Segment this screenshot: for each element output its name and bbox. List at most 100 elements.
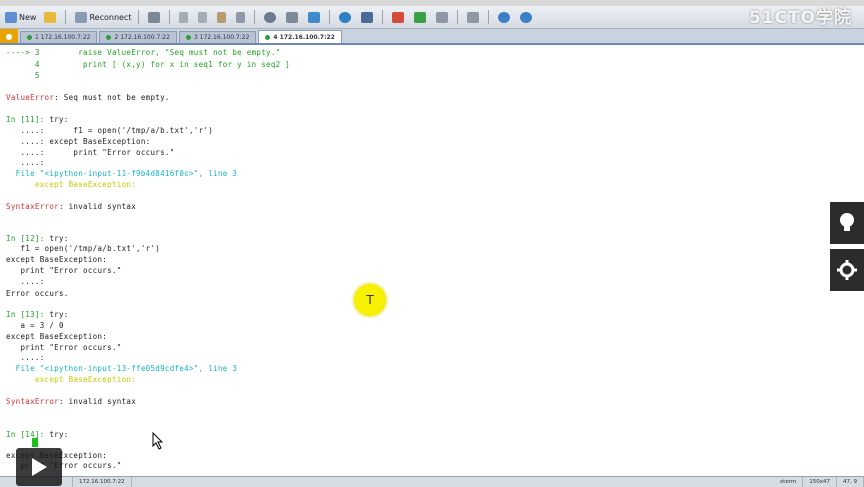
input-prompt-line: In [12]: try: (6, 234, 69, 243)
tab-label: 1 172.16.100.7:22 (35, 34, 91, 41)
reconnect-button[interactable]: Reconnect (72, 9, 134, 25)
network-button[interactable] (336, 9, 356, 25)
toolbar-divider (382, 10, 384, 24)
new-label: New (19, 12, 37, 22)
new-button[interactable]: New (2, 9, 39, 25)
toolbar-divider (488, 10, 490, 24)
play-icon (32, 458, 47, 476)
error-type: ValueError (6, 93, 55, 102)
output-line: Error occurs. (6, 289, 69, 298)
tab-label: 3 172.16.100.7:22 (193, 34, 250, 41)
error-message: : Seq must not be empty. (54, 93, 170, 102)
properties-icon (148, 11, 161, 23)
connected-icon (265, 34, 271, 40)
input-prompt: In [13]: (6, 310, 45, 319)
error-message: : invalid syntax (58, 202, 137, 211)
hint-button[interactable] (830, 202, 864, 244)
toolbar: New Reconnect (0, 6, 864, 29)
paste-icon (217, 11, 227, 23)
lightbulb-icon (840, 213, 854, 231)
script-icon (392, 11, 405, 23)
error-context-line: except BaseException: (6, 180, 137, 189)
code-line: except BaseException: (6, 255, 108, 264)
toolbar-divider (138, 10, 140, 24)
settings-button[interactable] (830, 249, 864, 291)
compose-icon (414, 11, 427, 23)
text-cursor (32, 438, 38, 447)
transfer-icon (308, 11, 321, 23)
traceback-line: ----> 3 raise ValueError, "Seq must not … (6, 48, 281, 57)
fullscreen-button[interactable] (464, 9, 484, 25)
help-icon (520, 11, 533, 23)
tab-session-4[interactable]: 4 172.16.100.7:22 (258, 30, 342, 43)
globe-button[interactable] (261, 9, 281, 25)
session-tab-bar: ● 1 172.16.100.7:22 2 172.16.100.7:22 3 … (0, 29, 864, 45)
compose-button[interactable] (411, 9, 431, 25)
globe-icon (264, 11, 277, 23)
cut-button[interactable] (176, 9, 193, 25)
tab-session-2[interactable]: 2 172.16.100.7:22 (99, 31, 177, 43)
code-line: ....: f1 = open('/tmp/a/b.txt','r') (6, 126, 214, 135)
copy-icon (198, 11, 208, 23)
network-icon (339, 11, 352, 23)
toolbar-divider (329, 10, 331, 24)
script-button[interactable] (389, 9, 409, 25)
code-line: print "Error occurs." (6, 266, 122, 275)
gear-icon (837, 260, 857, 280)
input-prompt: In [14]: (6, 430, 45, 439)
input-prompt: In [12]: (6, 234, 45, 243)
fullscreen-icon (467, 11, 480, 23)
properties-button[interactable] (145, 9, 165, 25)
find-button[interactable] (233, 9, 250, 25)
input-prompt: In [11]: (6, 115, 45, 124)
file-reference: File "<ipython-input-13-ffe05d9cdfe4>", … (6, 364, 238, 373)
tab-session-3[interactable]: 3 172.16.100.7:22 (178, 31, 257, 43)
error-type: SyntaxError (6, 397, 59, 406)
line-number: 3 (30, 48, 40, 57)
input-prompt-line: In [13]: try: (6, 310, 69, 319)
tools-icon (361, 11, 374, 23)
toolbar-divider (65, 10, 67, 24)
code-text: try: (44, 310, 69, 319)
code-line: ....: (6, 353, 45, 362)
error-line: SyntaxError: invalid syntax (6, 202, 136, 211)
mouse-pointer-icon (152, 432, 164, 450)
tools-button[interactable] (358, 9, 378, 25)
copy-button[interactable] (195, 9, 212, 25)
transfer-button[interactable] (305, 9, 325, 25)
traceback-arrow: ----> (6, 48, 31, 57)
session-manager-icon[interactable]: ● (0, 29, 18, 43)
code-line: print "Error occurs." (6, 343, 122, 352)
code-line: ....: (6, 277, 45, 286)
code-line: ....: print "Error occurs." (6, 148, 175, 157)
traceback-line: 5 (6, 71, 40, 80)
click-highlight-marker: T (354, 284, 386, 316)
input-prompt-line: In [11]: try: (6, 115, 69, 124)
tab-label: 4 172.16.100.7:22 (273, 33, 335, 41)
keyboard-button[interactable] (433, 9, 453, 25)
terminal-output[interactable]: ----> 3 raise ValueError, "Seq must not … (0, 45, 864, 475)
options-icon (498, 11, 511, 23)
find-icon (236, 11, 246, 23)
tab-session-1[interactable]: 1 172.16.100.7:22 (20, 31, 98, 43)
connected-icon (27, 35, 32, 40)
connected-icon (185, 35, 191, 40)
code-line: ....: except BaseException: (6, 137, 151, 146)
print-icon (286, 11, 299, 23)
code-text: try: (44, 430, 69, 439)
code-text: try: (44, 115, 69, 124)
video-play-button[interactable] (16, 448, 62, 486)
reconnect-label: Reconnect (89, 12, 132, 22)
tab-label: 2 172.16.100.7:22 (114, 34, 170, 41)
error-context-line: except BaseException: (6, 375, 137, 384)
help-button[interactable] (517, 9, 537, 25)
paste-button[interactable] (214, 9, 231, 25)
watermark-logo: 51CTO学院 (748, 8, 852, 28)
code-text: raise ValueError, "Seq must not be empty… (39, 48, 281, 57)
options-button[interactable] (495, 9, 515, 25)
keyboard-icon (436, 11, 449, 23)
open-folder-button[interactable] (41, 9, 61, 25)
code-line: ....: (6, 158, 45, 167)
reconnect-icon (75, 11, 88, 23)
print-button[interactable] (283, 9, 303, 25)
